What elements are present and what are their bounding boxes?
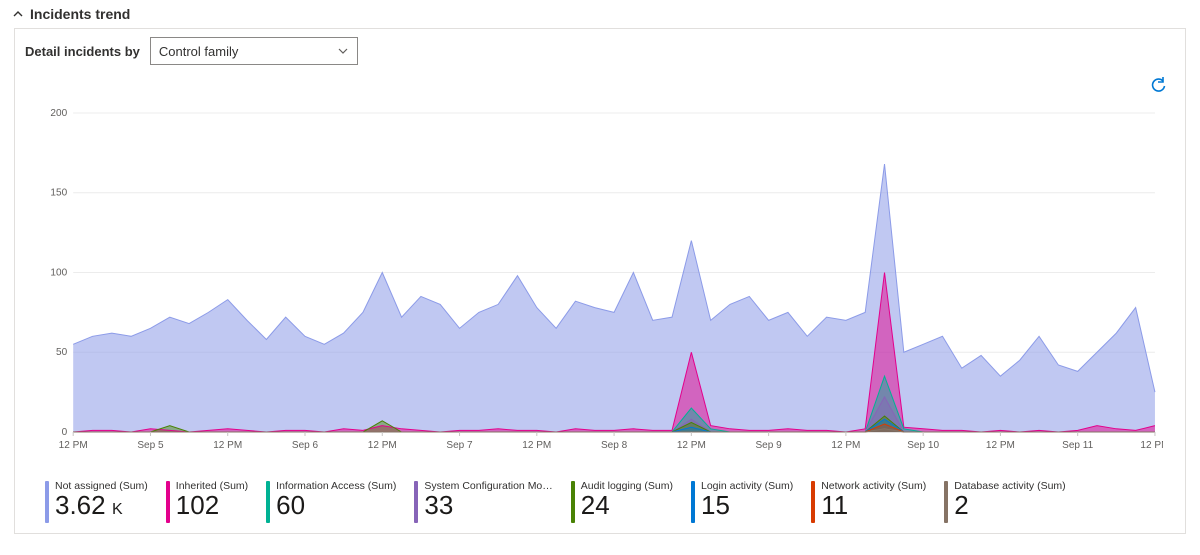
incidents-trend-chart[interactable]: 0 50 100 150 200 12 PM Sep 5 12 PM Sep 6 12 PM Sep…	[37, 107, 1163, 462]
detail-by-select-value: Control family	[159, 44, 238, 59]
legend-value: 3.62 K	[55, 492, 148, 519]
legend-color-bar	[266, 481, 270, 523]
svg-text:200: 200	[50, 108, 67, 119]
svg-text:12 PM: 12 PM	[677, 440, 706, 451]
chevron-down-icon	[337, 45, 349, 57]
legend-color-bar	[166, 481, 170, 523]
legend-value: 60	[276, 492, 396, 519]
svg-text:50: 50	[56, 347, 68, 358]
legend-label: Database activity (Sum)	[954, 481, 1065, 492]
legend-item[interactable]: Information Access (Sum)60	[266, 481, 396, 523]
legend-value: 24	[581, 492, 673, 519]
reset-view-icon[interactable]	[1149, 77, 1167, 100]
legend-item[interactable]: Not assigned (Sum)3.62 K	[45, 481, 148, 523]
legend: Not assigned (Sum)3.62 K Inherited (Sum)1…	[45, 481, 1163, 523]
svg-text:100: 100	[50, 268, 67, 279]
svg-text:Sep 8: Sep 8	[601, 440, 628, 451]
svg-text:12 PM: 12 PM	[986, 440, 1015, 451]
legend-value: 2	[954, 492, 1065, 519]
svg-text:12 PM: 12 PM	[831, 440, 860, 451]
svg-text:12 PM: 12 PM	[59, 440, 88, 451]
legend-item[interactable]: Network activity (Sum)11	[811, 481, 926, 523]
legend-value: 102	[176, 492, 248, 519]
toolbar: Detail incidents by Control family	[15, 29, 1185, 65]
svg-text:Sep 5: Sep 5	[137, 440, 164, 451]
svg-text:150: 150	[50, 188, 67, 199]
legend-color-bar	[571, 481, 575, 523]
svg-text:12 PM: 12 PM	[1140, 440, 1163, 451]
svg-text:Sep 11: Sep 11	[1062, 440, 1094, 451]
svg-text:0: 0	[62, 427, 68, 438]
svg-text:12 PM: 12 PM	[213, 440, 242, 451]
collapse-icon[interactable]	[12, 8, 24, 20]
svg-text:Sep 6: Sep 6	[292, 440, 319, 451]
section-header: Incidents trend	[0, 0, 1200, 28]
svg-text:12 PM: 12 PM	[522, 440, 551, 451]
legend-item[interactable]: Database activity (Sum)2	[944, 481, 1065, 523]
legend-color-bar	[414, 481, 418, 523]
legend-value: 33	[424, 492, 552, 519]
section-title: Incidents trend	[30, 6, 130, 22]
legend-item[interactable]: Audit logging (Sum)24	[571, 481, 673, 523]
svg-text:Sep 10: Sep 10	[907, 440, 939, 451]
detail-by-select[interactable]: Control family	[150, 37, 358, 65]
svg-text:12 PM: 12 PM	[368, 440, 397, 451]
legend-color-bar	[944, 481, 948, 523]
legend-color-bar	[45, 481, 49, 523]
legend-value: 15	[701, 492, 793, 519]
legend-item[interactable]: Login activity (Sum)15	[691, 481, 793, 523]
legend-item[interactable]: Inherited (Sum)102	[166, 481, 248, 523]
legend-value: 11	[821, 492, 926, 519]
legend-color-bar	[691, 481, 695, 523]
svg-text:Sep 7: Sep 7	[446, 440, 473, 451]
chart-panel: Detail incidents by Control family 0 50 10…	[14, 28, 1186, 534]
legend-item[interactable]: System Configuration Mo…33	[414, 481, 552, 523]
legend-color-bar	[811, 481, 815, 523]
svg-text:Sep 9: Sep 9	[755, 440, 782, 451]
detail-by-label: Detail incidents by	[25, 44, 140, 59]
